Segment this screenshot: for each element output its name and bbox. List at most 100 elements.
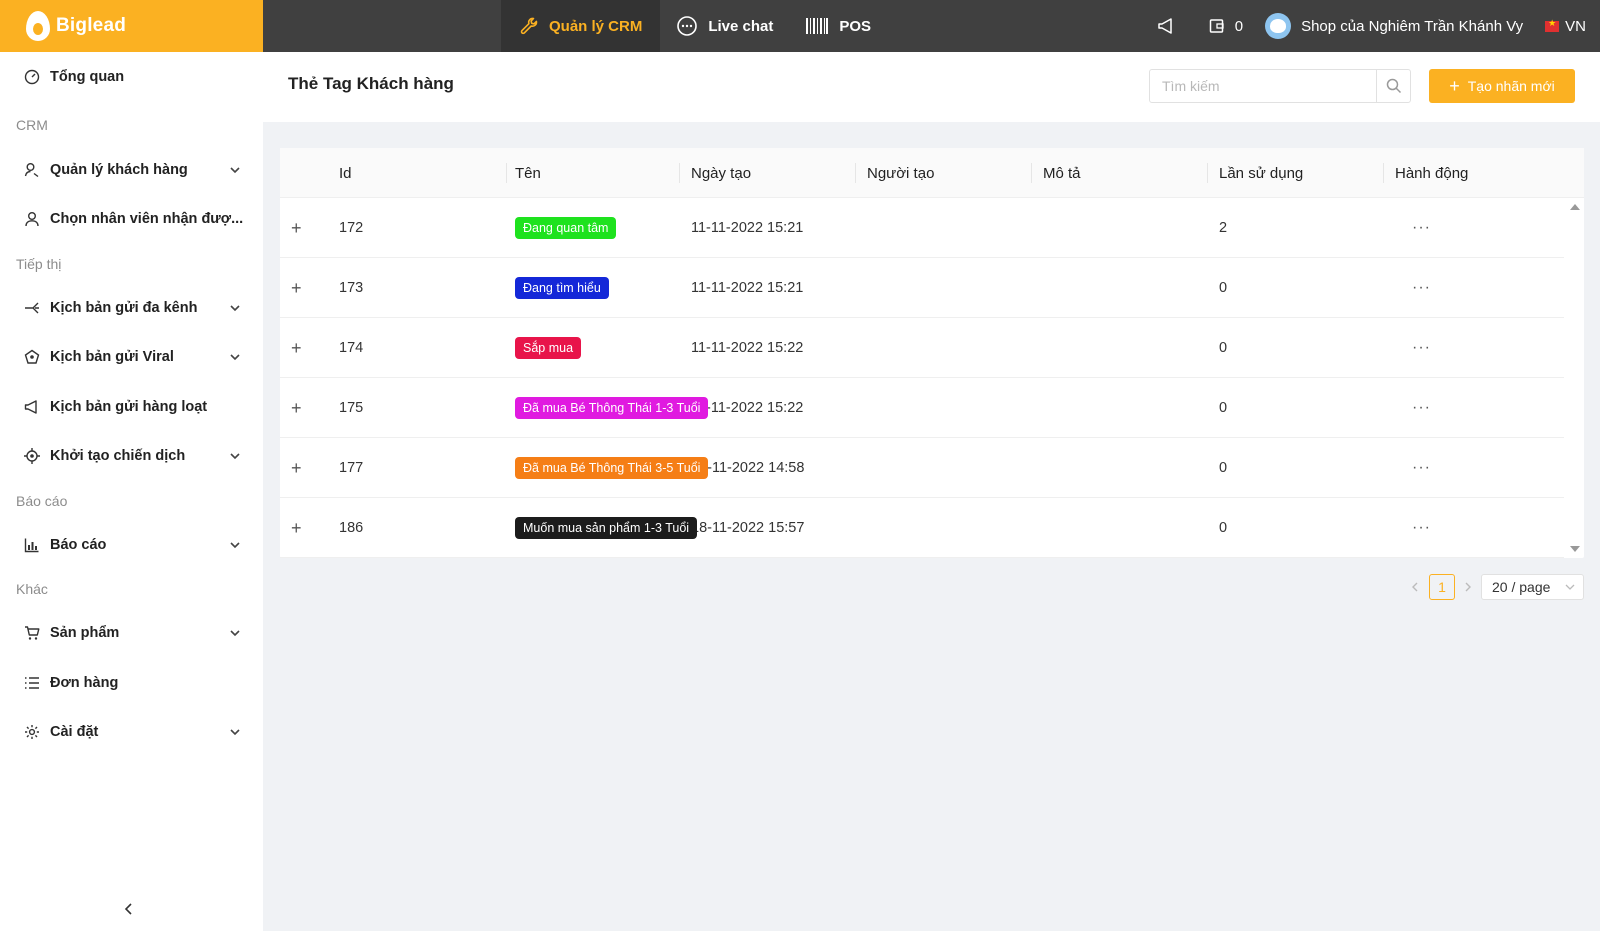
column-header-name: Tên bbox=[515, 164, 541, 182]
table-scrollbar[interactable] bbox=[1564, 198, 1584, 558]
topnav-crm[interactable]: Quản lý CRM bbox=[501, 0, 661, 52]
sidebar-item-label: Sản phẩm bbox=[50, 625, 120, 641]
sidebar-item-orders[interactable]: Đơn hàng bbox=[0, 663, 263, 703]
chevron-down-icon bbox=[230, 453, 240, 460]
topnav-pos[interactable]: POS bbox=[789, 0, 887, 52]
sidebar-item-label: Kịch bản gửi hàng loạt bbox=[50, 399, 208, 415]
column-divider bbox=[1207, 163, 1208, 183]
sidebar-item-label: Đơn hàng bbox=[50, 675, 119, 691]
sidebar-item-choose-staff[interactable]: Chọn nhân viên nhận đượ... bbox=[0, 199, 263, 239]
brand-logo[interactable]: Biglead bbox=[0, 0, 263, 52]
sidebar-item-label: Cài đặt bbox=[50, 724, 99, 740]
target-icon bbox=[24, 448, 40, 464]
expand-row-icon[interactable]: + bbox=[291, 318, 302, 378]
sidebar-item-create-campaign[interactable]: Khởi tạo chiến dịch bbox=[0, 436, 263, 476]
tag-badge[interactable]: Đã mua Bé Thông Thái 3-5 Tuổi bbox=[515, 457, 709, 479]
sidebar: Tổng quan CRM Quản lý khách hàng Chọn nh… bbox=[0, 52, 263, 931]
sidebar-item-customer-management[interactable]: Quản lý khách hàng bbox=[0, 150, 263, 190]
row-actions-menu[interactable]: ··· bbox=[1412, 198, 1431, 258]
flame-logo-icon bbox=[24, 9, 52, 43]
row-actions-menu[interactable]: ··· bbox=[1412, 258, 1431, 318]
column-header-actions: Hành động bbox=[1395, 164, 1469, 182]
chevron-down-icon bbox=[230, 542, 240, 549]
cell-usage-count: 0 bbox=[1219, 460, 1228, 476]
flow-icon bbox=[24, 300, 40, 316]
pagination-prev-button[interactable] bbox=[1410, 574, 1420, 600]
user-search-icon bbox=[24, 162, 40, 178]
tag-badge[interactable]: Đã mua Bé Thông Thái 1-3 Tuổi bbox=[515, 397, 709, 419]
expand-row-icon[interactable]: + bbox=[291, 438, 302, 498]
cell-created-date: 18-11-2022 15:57 bbox=[691, 520, 805, 536]
search-input[interactable] bbox=[1150, 70, 1376, 102]
shop-account-menu[interactable]: Shop của Nghiêm Trần Khánh Vy bbox=[1265, 13, 1523, 39]
sidebar-item-label: Tổng quan bbox=[50, 69, 125, 85]
page-size-select[interactable]: 20 / page bbox=[1481, 574, 1584, 600]
column-header-id: Id bbox=[339, 164, 352, 182]
table-row: + 177 Đã mua Bé Thông Thái 3-5 Tuổi 12-1… bbox=[280, 438, 1564, 498]
shopping-cart-icon bbox=[24, 625, 40, 641]
create-tag-button[interactable]: + Tạo nhãn mới bbox=[1429, 69, 1575, 103]
pagination-current-page[interactable]: 1 bbox=[1429, 574, 1455, 600]
row-actions-menu[interactable]: ··· bbox=[1412, 438, 1431, 498]
tag-badge[interactable]: Sắp mua bbox=[515, 337, 582, 359]
cell-usage-count: 0 bbox=[1219, 280, 1228, 296]
language-switch[interactable]: VN bbox=[1545, 18, 1586, 35]
column-divider bbox=[679, 163, 680, 183]
row-actions-menu[interactable]: ··· bbox=[1412, 498, 1431, 558]
wallet-button[interactable]: 0 bbox=[1209, 18, 1243, 35]
expand-row-icon[interactable]: + bbox=[291, 198, 302, 258]
row-actions-menu[interactable]: ··· bbox=[1412, 378, 1431, 438]
table-header: Id Tên Ngày tạo Người tạo Mô tả Lần sử d… bbox=[280, 148, 1584, 198]
announcement-button[interactable] bbox=[1157, 17, 1187, 35]
search-button[interactable] bbox=[1376, 70, 1410, 102]
chevron-down-icon bbox=[230, 305, 240, 312]
tag-badge[interactable]: Muốn mua sản phẩm 1-3 Tuổi bbox=[515, 517, 698, 539]
scroll-up-icon[interactable] bbox=[1570, 204, 1580, 210]
sidebar-item-settings[interactable]: Cài đặt bbox=[0, 712, 263, 752]
expand-row-icon[interactable]: + bbox=[291, 258, 302, 318]
user-icon bbox=[24, 211, 40, 227]
topnav-crm-label: Quản lý CRM bbox=[549, 17, 643, 35]
sidebar-item-multichannel-scripts[interactable]: Kịch bản gửi đa kênh bbox=[0, 288, 263, 328]
shop-name: Shop của Nghiêm Trần Khánh Vy bbox=[1301, 17, 1524, 35]
topnav-pos-label: POS bbox=[839, 17, 872, 35]
cell-id: 177 bbox=[339, 460, 364, 476]
chevron-down-icon bbox=[230, 630, 240, 637]
scroll-down-icon[interactable] bbox=[1570, 546, 1580, 552]
page-header: Thẻ Tag Khách hàng + Tạo nhãn mới bbox=[263, 52, 1600, 122]
row-actions-menu[interactable]: ··· bbox=[1412, 318, 1431, 378]
expand-row-icon[interactable]: + bbox=[291, 378, 302, 438]
sidebar-item-bulk-scripts[interactable]: Kịch bản gửi hàng loạt bbox=[0, 387, 263, 427]
chevron-left-icon bbox=[1412, 582, 1418, 592]
pagination-next-button[interactable] bbox=[1463, 574, 1473, 600]
sidebar-item-reports[interactable]: Báo cáo bbox=[0, 525, 263, 565]
chevron-down-icon bbox=[230, 729, 240, 736]
sidebar-item-label: Chọn nhân viên nhận đượ... bbox=[50, 211, 244, 227]
top-right-tools: 0 Shop của Nghiêm Trần Khánh Vy VN bbox=[1157, 0, 1600, 52]
cell-usage-count: 0 bbox=[1219, 340, 1228, 356]
cell-created-date: 11-11-2022 15:22 bbox=[691, 340, 804, 356]
sidebar-collapse-button[interactable] bbox=[122, 902, 136, 919]
sidebar-section-crm: CRM bbox=[16, 117, 48, 133]
cell-id: 172 bbox=[339, 220, 364, 236]
tag-badge[interactable]: Đang quan tâm bbox=[515, 217, 617, 239]
sidebar-item-products[interactable]: Sản phẩm bbox=[0, 613, 263, 653]
sidebar-item-viral-scripts[interactable]: Kịch bản gửi Viral bbox=[0, 337, 263, 377]
chat-bubble-icon bbox=[677, 16, 698, 36]
sidebar-section-reports: Báo cáo bbox=[16, 493, 68, 509]
table-row: + 172 Đang quan tâm 11-11-2022 15:21 2 ·… bbox=[280, 198, 1564, 258]
sidebar-item-label: Kịch bản gửi Viral bbox=[50, 349, 174, 365]
wallet-count: 0 bbox=[1234, 17, 1244, 35]
tag-badge[interactable]: Đang tìm hiểu bbox=[515, 277, 609, 299]
search-box bbox=[1149, 69, 1411, 103]
topnav-live-chat[interactable]: Live chat bbox=[660, 0, 789, 52]
vietnam-flag-icon bbox=[1545, 18, 1560, 32]
network-icon bbox=[24, 349, 40, 365]
column-header-description: Mô tả bbox=[1043, 164, 1081, 182]
table-body: + 172 Đang quan tâm 11-11-2022 15:21 2 ·… bbox=[280, 198, 1564, 558]
sidebar-item-label: Quản lý khách hàng bbox=[50, 162, 188, 178]
shop-avatar bbox=[1265, 13, 1292, 39]
column-divider bbox=[506, 163, 507, 183]
sidebar-item-overview[interactable]: Tổng quan bbox=[0, 57, 263, 97]
expand-row-icon[interactable]: + bbox=[291, 498, 302, 558]
